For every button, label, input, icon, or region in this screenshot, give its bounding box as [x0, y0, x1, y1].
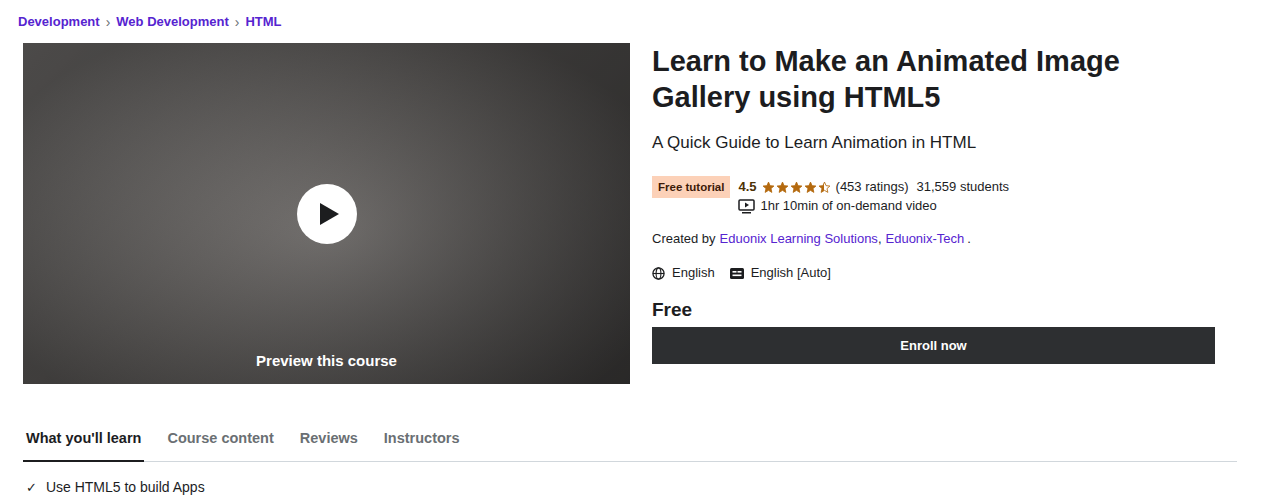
- tab[interactable]: Instructors: [381, 420, 463, 462]
- rating-line: 4.5 (453 ratings) 31,559 students: [738, 176, 1009, 198]
- students-count: 31,559 students: [917, 176, 1010, 198]
- meta-column: 4.5 (453 ratings) 31,559 students1hr 10min…: [738, 176, 1009, 214]
- ratings-count[interactable]: (453 ratings): [836, 176, 909, 198]
- breadcrumb-link[interactable]: Development: [18, 13, 100, 31]
- play-button[interactable]: [297, 184, 357, 244]
- course-title: Learn to Make an Animated Image Gallery …: [652, 43, 1215, 115]
- rating-value: 4.5: [738, 176, 756, 198]
- created-by-end: .: [967, 231, 971, 246]
- captions: English [Auto]: [751, 263, 831, 283]
- video-length: 1hr 10min of on-demand video: [738, 198, 1009, 214]
- captions-icon: [730, 268, 744, 279]
- play-icon: [318, 202, 340, 226]
- language: English: [672, 263, 715, 283]
- breadcrumb-separator: ›: [235, 13, 240, 31]
- preview-label[interactable]: Preview this course: [23, 352, 630, 370]
- tab[interactable]: Reviews: [297, 420, 361, 462]
- created-by: Created by Eduonix Learning Solutions, Edu…: [652, 229, 1215, 249]
- price: Free: [652, 298, 1215, 322]
- course-meta: Free tutorial 4.5 (453 ratings) 31,559 stud…: [652, 176, 1215, 214]
- breadcrumb: Development › Web Development › HTML: [0, 0, 1280, 32]
- language-row: English English [Auto]: [652, 263, 1215, 283]
- breadcrumb-link[interactable]: Web Development: [116, 13, 228, 31]
- learn-item-text: Use HTML5 to build Apps: [46, 478, 205, 497]
- video-icon: [738, 199, 755, 214]
- course-subtitle: A Quick Guide to Learn Animation in HTML: [652, 131, 1215, 155]
- star-icon: [776, 181, 789, 194]
- created-by-label: Created by: [652, 231, 716, 246]
- course-preview[interactable]: Preview this course: [23, 43, 630, 384]
- course-info: Learn to Make an Animated Image Gallery …: [652, 43, 1215, 384]
- author-link[interactable]: Eduonix-Tech: [886, 231, 965, 246]
- breadcrumb-separator: ›: [106, 13, 111, 31]
- star-icon: [804, 181, 817, 194]
- star-icon: [790, 181, 803, 194]
- author-link[interactable]: Eduonix Learning Solutions: [720, 231, 878, 246]
- breadcrumb-link[interactable]: HTML: [245, 13, 281, 31]
- hero: Preview this course Learn to Make an Anim…: [23, 43, 1237, 384]
- star-icon: [818, 181, 831, 194]
- free-badge: Free tutorial: [652, 176, 730, 198]
- enroll-button[interactable]: Enroll now: [652, 327, 1215, 364]
- tab[interactable]: Course content: [164, 420, 276, 462]
- content: Preview this course Learn to Make an Anim…: [23, 32, 1237, 497]
- star-icon: [762, 181, 775, 194]
- check-icon: ✓: [26, 478, 37, 497]
- learn-item: ✓ Use HTML5 to build Apps: [26, 478, 1237, 497]
- tab-bar: What you'll learn Course content Reviews In…: [23, 420, 1237, 462]
- author-separator: ,: [878, 231, 882, 246]
- star-rating: [762, 181, 831, 194]
- course-page: Development › Web Development › HTML Preview …: [0, 0, 1280, 498]
- tab[interactable]: What you'll learn: [23, 420, 144, 462]
- learn-list: ✓ Use HTML5 to build Apps: [23, 478, 1237, 497]
- video-length-text: 1hr 10min of on-demand video: [760, 198, 936, 214]
- globe-icon: [652, 267, 665, 280]
